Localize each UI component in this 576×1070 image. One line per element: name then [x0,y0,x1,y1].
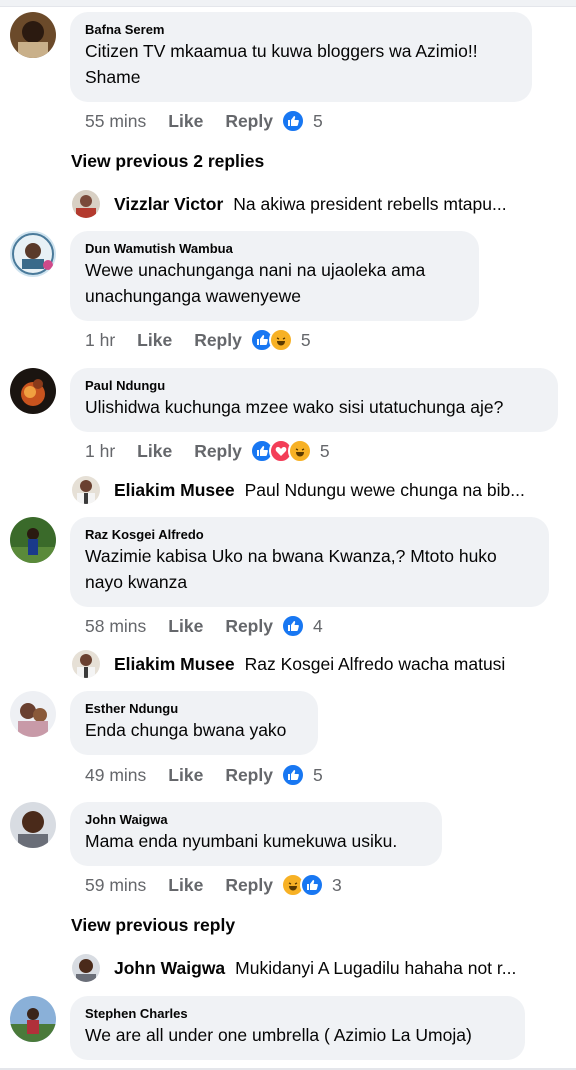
comment-actions: 59 mins Like Reply 3 [85,872,342,898]
view-previous-replies[interactable]: View previous 2 replies [71,151,264,172]
avatar-eliakim-musee[interactable] [72,476,100,504]
reply-preview[interactable]: Eliakim Musee Raz Kosgei Alfredo wacha m… [72,649,562,679]
comment-time[interactable]: 49 mins [85,765,146,786]
like-button[interactable]: Like [168,765,203,786]
comment-actions: 49 mins Like Reply 5 [85,762,323,788]
avatar-esther-ndungu[interactable] [10,691,56,737]
reaction-icons[interactable] [280,763,305,787]
comment-time[interactable]: 58 mins [85,616,146,637]
comment-time[interactable]: 59 mins [85,875,146,896]
avatar-stephen-charles[interactable] [10,996,56,1042]
avatar-dun-wamutish-wambua[interactable] [10,231,56,277]
avatar-paul-ndungu[interactable] [10,368,56,414]
reply-button[interactable]: Reply [225,111,273,132]
reply-preview[interactable]: John Waigwa Mukidanyi A Lugadilu hahaha … [72,953,562,983]
reply-preview[interactable]: Eliakim Musee Paul Ndungu wewe chunga na… [72,475,562,505]
reply-button[interactable]: Reply [225,875,273,896]
view-previous-reply[interactable]: View previous reply [71,915,235,936]
comment-actions: 1 hr Like Reply 5 [85,438,330,464]
reaction-icons[interactable] [280,109,305,133]
comment-author[interactable]: Dun Wamutish Wambua [85,241,464,257]
comment-text-line: Ulishidwa kuchunga mzee wako sisi utatuc… [85,397,504,417]
reply-button[interactable]: Reply [194,330,242,351]
reply-author[interactable]: Eliakim Musee [114,480,235,501]
avatar-bafna-serem[interactable] [10,12,56,58]
comment-text-line: We are all under one umbrella ( Azimio L… [85,1025,472,1045]
avatar-john-waigwa[interactable] [72,954,100,982]
reply-button[interactable]: Reply [194,441,242,462]
avatar-john-waigwa[interactable] [10,802,56,848]
reaction-count[interactable]: 4 [313,616,323,637]
reply-author[interactable]: Vizzlar Victor [114,194,223,215]
comment-actions: 55 mins Like Reply 5 [85,108,323,134]
reaction-count[interactable]: 5 [320,441,330,462]
like-button[interactable]: Like [168,875,203,896]
comment-author[interactable]: Stephen Charles [85,1006,510,1022]
avatar-raz-kosgei-alfredo[interactable] [10,517,56,563]
avatar-vizzlar-victor[interactable] [72,190,100,218]
reply-author[interactable]: John Waigwa [114,958,225,979]
thumbs-up-icon [280,763,305,787]
reaction-count[interactable]: 5 [313,765,323,786]
comment-bubble: Raz Kosgei Alfredo Wazimie kabisa Uko na… [70,517,549,607]
like-button[interactable]: Like [137,441,172,462]
comment-time[interactable]: 55 mins [85,111,146,132]
reply-text[interactable]: Raz Kosgei Alfredo wacha matusi [245,654,506,675]
comment-author[interactable]: Esther Ndungu [85,701,303,717]
comment-bubble: Paul Ndungu Ulishidwa kuchunga mzee wako… [70,368,558,432]
reply-text[interactable]: Na akiwa president rebells mtapu... [233,194,506,215]
comment-bubble: Bafna Serem Citizen TV mkaamua tu kuwa b… [70,12,532,102]
comment-text-line: Mama enda nyumbani kumekuwa usiku. [85,831,398,851]
comment-time[interactable]: 1 hr [85,330,115,351]
comment-author[interactable]: Raz Kosgei Alfredo [85,527,534,543]
reply-preview[interactable]: Vizzlar Victor Na akiwa president rebell… [72,189,562,219]
comment-time[interactable]: 1 hr [85,441,115,462]
reaction-icons[interactable] [280,873,324,897]
reply-text[interactable]: Mukidanyi A Lugadilu hahaha not r... [235,958,516,979]
comment-bubble: Esther Ndungu Enda chunga bwana yako [70,691,318,755]
like-button[interactable]: Like [168,111,203,132]
thumbs-up-icon [299,873,324,897]
comment-author[interactable]: John Waigwa [85,812,427,828]
reply-author[interactable]: Eliakim Musee [114,654,235,675]
reply-button[interactable]: Reply [225,616,273,637]
comment-text-line: Shame [85,67,141,87]
reaction-icons[interactable] [249,439,312,463]
laughing-face-icon [287,439,312,463]
like-button[interactable]: Like [168,616,203,637]
thumbs-up-icon [280,614,305,638]
reaction-count[interactable]: 3 [332,875,342,896]
comment-actions: 58 mins Like Reply 4 [85,613,323,639]
comment-text-line: Wazimie kabisa Uko na bwana Kwanza,? Mto… [85,546,497,566]
reply-button[interactable]: Reply [225,765,273,786]
reaction-icons[interactable] [280,614,305,638]
thumbs-up-icon [280,109,305,133]
comment-actions: 1 hr Like Reply 5 [85,327,311,353]
top-divider [0,0,576,7]
avatar-eliakim-musee[interactable] [72,650,100,678]
comment-bubble: Stephen Charles We are all under one umb… [70,996,525,1060]
comment-text-line: nayo kwanza [85,572,188,592]
comment-text-line: Enda chunga bwana yako [85,720,287,740]
reaction-count[interactable]: 5 [313,111,323,132]
comment-author[interactable]: Bafna Serem [85,22,517,38]
comment-text-line: unachunganga wawenyewe [85,286,301,306]
laughing-face-icon [268,328,293,352]
comment-author[interactable]: Paul Ndungu [85,378,543,394]
reply-text[interactable]: Paul Ndungu wewe chunga na bib... [245,480,525,501]
reaction-count[interactable]: 5 [301,330,311,351]
comment-bubble: John Waigwa Mama enda nyumbani kumekuwa … [70,802,442,866]
comment-text-line: Wewe unachunganga nani na ujaoleka ama [85,260,426,280]
reaction-icons[interactable] [249,328,293,352]
comment-text-line: Citizen TV mkaamua tu kuwa bloggers wa A… [85,41,478,61]
comment-bubble: Dun Wamutish Wambua Wewe unachunganga na… [70,231,479,321]
like-button[interactable]: Like [137,330,172,351]
